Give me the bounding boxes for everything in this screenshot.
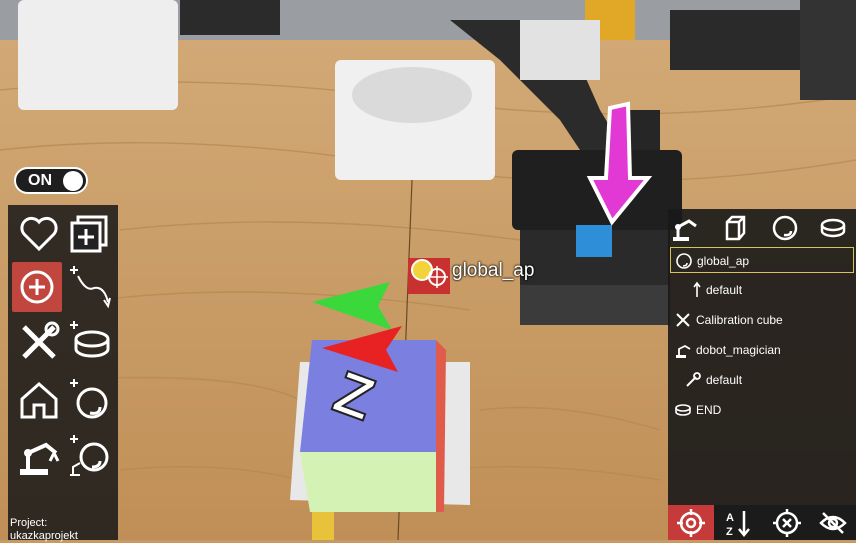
robot-arm-icon: [676, 344, 691, 358]
cube-icon: [725, 215, 746, 241]
tree-item-label: global_ap: [697, 254, 750, 268]
objects-filter-button[interactable]: [720, 213, 750, 243]
home-icon: [20, 381, 58, 419]
project-name: ukazkaprojekt: [10, 530, 78, 542]
toggle-knob: [63, 171, 83, 191]
tree-item-default-orientation[interactable]: default: [670, 277, 854, 303]
add-disc-button[interactable]: [64, 317, 114, 367]
circle-icon: [772, 215, 798, 241]
tree-item-label: dobot_magician: [696, 343, 781, 357]
svg-text:A: A: [726, 512, 734, 524]
orientation-icon: [676, 253, 692, 269]
add-path-button[interactable]: [64, 262, 114, 312]
actions-filter-button[interactable]: [818, 213, 848, 243]
robot-arm-icon: [673, 219, 697, 241]
tree-item-label: default: [706, 373, 743, 387]
favorites-button[interactable]: [14, 209, 64, 259]
left-toolbar: Project: ukazkaprojekt: [8, 205, 118, 543]
hide-button[interactable]: [810, 505, 856, 540]
tree-item-default-end-effector[interactable]: default: [670, 367, 854, 393]
scene-tree-panel: global_ap default Calibration cube dobot…: [668, 209, 856, 505]
project-label: Project:: [10, 517, 48, 529]
add-orientation-button[interactable]: [64, 375, 114, 425]
add-circle-icon: [20, 270, 54, 304]
robot-arm-icon: [20, 442, 60, 475]
tree-item-end[interactable]: END: [670, 397, 854, 423]
on-off-toggle[interactable]: ON: [14, 167, 88, 194]
tree-item-label: Calibration cube: [696, 313, 783, 327]
add-path-icon: [70, 266, 111, 309]
tree-item-label: default: [706, 283, 743, 297]
focus-icon: [773, 509, 801, 537]
tools-icon: [676, 313, 690, 327]
action-points-filter-button[interactable]: [770, 213, 800, 243]
disc-icon: [675, 404, 691, 416]
home-button[interactable]: [14, 375, 64, 425]
svg-text:Z: Z: [726, 526, 733, 538]
add-box-icon: [70, 215, 108, 253]
panel-header-icons: [668, 209, 856, 245]
add-robot-orientation-button[interactable]: [64, 431, 114, 481]
tools-icon: [22, 321, 60, 359]
target-icon: [677, 509, 705, 537]
add-orientation-icon: [70, 379, 108, 419]
tools-button[interactable]: [14, 317, 64, 367]
add-robot-orientation-icon: [70, 435, 109, 476]
bottom-toolbar: A Z: [668, 505, 856, 540]
action-point-label[interactable]: global_ap: [452, 260, 534, 282]
wrench-icon: [686, 372, 701, 387]
sort-az-icon: A Z: [726, 511, 750, 538]
robots-filter-button[interactable]: [670, 213, 700, 243]
focus-button[interactable]: [764, 505, 810, 540]
hide-icon: [819, 512, 847, 534]
add-object-button[interactable]: [64, 209, 114, 259]
add-disc-icon: [70, 321, 110, 358]
project-info: Project: ukazkaprojekt: [10, 517, 78, 543]
tree-item-dobot-magician[interactable]: dobot_magician: [670, 337, 854, 363]
robot-button[interactable]: [14, 431, 64, 481]
sort-button[interactable]: A Z: [716, 505, 762, 540]
tree-item-global-ap[interactable]: global_ap: [670, 247, 854, 273]
tree-item-label: END: [696, 403, 722, 417]
disc-icon: [820, 218, 846, 238]
heart-icon: [20, 216, 58, 252]
toggle-label: ON: [28, 172, 52, 189]
arrow-up-icon: [693, 281, 701, 297]
tree-item-calibration-cube[interactable]: Calibration cube: [670, 307, 854, 333]
target-button[interactable]: [668, 505, 714, 540]
add-action-point-button[interactable]: [12, 262, 62, 312]
